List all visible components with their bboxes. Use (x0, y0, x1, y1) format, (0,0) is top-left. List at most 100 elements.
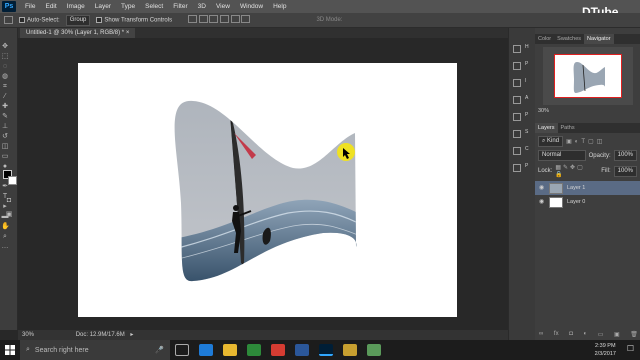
mini-panel-properties[interactable]: P (509, 55, 535, 72)
document-canvas[interactable] (78, 63, 457, 317)
layer-row-layer-0[interactable]: ◉ Layer 0 (535, 195, 640, 209)
healing-tool-icon[interactable]: ✚ (1, 103, 9, 111)
start-button[interactable] (0, 340, 20, 360)
auto-select-dropdown[interactable]: Group (65, 14, 91, 26)
menu-image[interactable]: Image (62, 0, 90, 13)
app-icon[interactable] (343, 344, 357, 356)
document-tab[interactable]: Untitled-1 @ 30% (Layer 1, RGB/8) * × (20, 28, 136, 38)
add-mask-icon[interactable]: ◘ (569, 331, 573, 338)
menu-file[interactable]: File (20, 0, 40, 13)
brush-tool-icon[interactable]: ✎ (1, 113, 9, 121)
task-view-icon[interactable] (175, 344, 189, 356)
chrome-icon[interactable] (271, 344, 285, 356)
tab-paths[interactable]: Paths (558, 123, 578, 133)
menu-filter[interactable]: Filter (168, 0, 192, 13)
menu-edit[interactable]: Edit (40, 0, 61, 13)
close-tab-icon[interactable]: × (126, 30, 130, 36)
tab-swatches[interactable]: Swatches (554, 34, 584, 44)
menu-3d[interactable]: 3D (193, 0, 211, 13)
file-explorer-icon[interactable] (223, 344, 237, 356)
filter-adjustment-icon[interactable]: ◐ (575, 139, 579, 145)
history-brush-icon[interactable]: ↺ (1, 133, 9, 141)
mini-panel-history[interactable]: H (509, 38, 535, 55)
warped-layer-image[interactable] (78, 63, 457, 317)
align-center-icon[interactable] (230, 15, 240, 23)
taskbar-search[interactable]: ⌕ Search right here 🎤 (20, 340, 170, 360)
align-right-icon[interactable] (241, 15, 251, 23)
mini-panel-styles[interactable]: S (509, 123, 535, 140)
mini-panel-adjustments[interactable]: A (509, 89, 535, 106)
new-layer-icon[interactable]: ▣ (614, 331, 620, 338)
align-buttons[interactable] (188, 15, 251, 25)
mini-panel-info[interactable]: I (509, 72, 535, 89)
lasso-tool-icon[interactable]: ◌ (1, 63, 9, 71)
auto-select-checkbox[interactable] (19, 16, 25, 23)
show-transform-checkbox[interactable] (96, 16, 103, 23)
system-clock[interactable]: 2:39 PM 2/3/2017 (595, 342, 616, 358)
tab-color[interactable]: Color (535, 34, 554, 44)
layer-style-icon[interactable]: fx (554, 331, 559, 338)
photoshop-taskbar-icon[interactable] (319, 344, 333, 356)
mini-panel-paths[interactable]: P (509, 157, 535, 174)
mini-panel-paragraph[interactable]: P (509, 106, 535, 123)
opacity-field[interactable]: 100% (613, 150, 637, 161)
auto-select-option[interactable]: Auto-Select: (19, 16, 60, 23)
quick-select-tool-icon[interactable]: ◍ (1, 73, 9, 81)
link-layers-icon[interactable]: ∞ (539, 331, 543, 338)
store-icon[interactable] (247, 344, 261, 356)
screen-mode-icon[interactable]: ▣ (5, 211, 13, 219)
tab-layers[interactable]: Layers (535, 123, 558, 133)
filter-type-icon[interactable]: T (581, 139, 585, 145)
visibility-eye-icon[interactable]: ◉ (539, 185, 545, 191)
menu-view[interactable]: View (211, 0, 235, 13)
move-tool-icon[interactable]: ✥ (1, 43, 9, 51)
edge-icon[interactable] (199, 344, 213, 356)
notifications-icon[interactable]: ☐ (627, 344, 634, 353)
delete-layer-icon[interactable]: 🗑 (630, 331, 638, 338)
navigator-zoom[interactable]: 30% (535, 105, 640, 114)
filter-smart-icon[interactable]: ◫ (597, 138, 603, 145)
quick-mask-icon[interactable]: ◘ (5, 197, 13, 205)
visibility-eye-icon[interactable]: ◉ (539, 199, 545, 205)
blend-mode-dropdown[interactable]: Normal (538, 150, 586, 161)
move-tool-icon[interactable] (4, 16, 13, 24)
zoom-readout[interactable]: 30% (22, 332, 34, 338)
stamp-tool-icon[interactable]: ⊥ (1, 123, 9, 131)
eyedropper-tool-icon[interactable]: ⁄ (1, 93, 9, 101)
align-left-icon[interactable] (220, 15, 230, 23)
align-bottom-icon[interactable] (209, 15, 219, 23)
align-middle-icon[interactable] (198, 15, 208, 23)
app-icon-2[interactable] (367, 344, 381, 356)
color-swatches[interactable] (3, 170, 17, 186)
layer-row-layer-1[interactable]: ◉ Layer 1 (535, 181, 640, 195)
adjustment-layer-icon[interactable]: ◐ (583, 331, 587, 338)
menu-help[interactable]: Help (268, 0, 291, 13)
microphone-icon[interactable]: 🎤 (155, 346, 164, 354)
menu-type[interactable]: Type (116, 0, 140, 13)
more-tools-icon[interactable]: … (1, 243, 9, 251)
navigator-view-box[interactable] (553, 54, 622, 98)
status-menu-arrow-icon[interactable]: ▸ (130, 332, 133, 338)
gradient-tool-icon[interactable]: ▭ (1, 153, 9, 161)
menu-layer[interactable]: Layer (90, 0, 116, 13)
align-top-icon[interactable] (188, 15, 198, 23)
crop-tool-icon[interactable]: ⌗ (1, 83, 9, 91)
layer-filter-dropdown[interactable]: ⌕ Kind (538, 136, 564, 147)
mini-panel-channels[interactable]: C (509, 140, 535, 157)
marquee-tool-icon[interactable]: ⬚ (1, 53, 9, 61)
tab-navigator[interactable]: Navigator (584, 34, 614, 44)
zoom-tool-icon[interactable]: ⌕ (1, 233, 9, 241)
new-group-icon[interactable]: ▭ (598, 331, 604, 338)
menu-window[interactable]: Window (235, 0, 268, 13)
fill-field[interactable]: 100% (613, 165, 637, 177)
filter-pixel-icon[interactable]: ▣ (566, 138, 572, 145)
lock-icons[interactable]: ▦✎✥▢🔒 (555, 164, 592, 178)
navigator-preview[interactable] (542, 47, 633, 105)
show-transform-option[interactable]: Show Transform Controls (96, 16, 172, 23)
filter-shape-icon[interactable]: ▢ (588, 138, 594, 145)
eraser-tool-icon[interactable]: ◫ (1, 143, 9, 151)
word-icon[interactable] (295, 344, 309, 356)
background-color[interactable] (8, 176, 17, 185)
menu-select[interactable]: Select (140, 0, 168, 13)
hand-tool-icon[interactable]: ✋ (1, 223, 10, 231)
